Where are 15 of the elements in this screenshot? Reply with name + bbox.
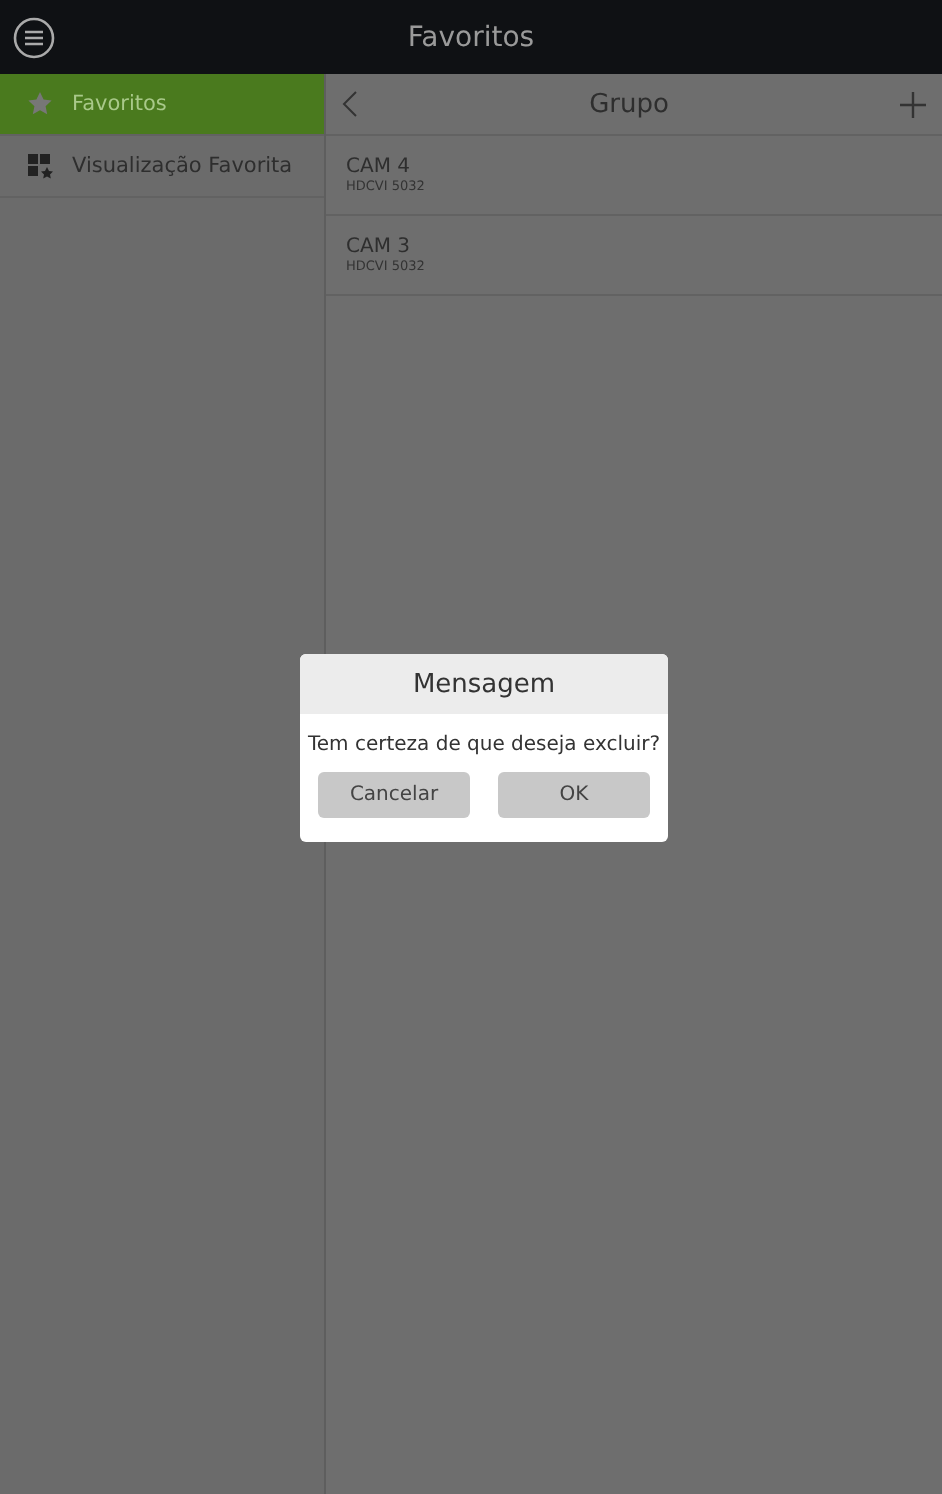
panel-title: Grupo — [589, 89, 669, 119]
dialog-message: Tem certeza de que deseja excluir? — [305, 732, 663, 760]
dialog-button[interactable]: Cancelar — [318, 772, 470, 818]
camera-name: CAM 4 — [346, 156, 412, 178]
header-title: Favoritos — [407, 21, 535, 53]
dialog-button[interactable]: OK — [498, 772, 650, 818]
camera-name: CAM 3 — [346, 236, 412, 258]
sidebar-item[interactable]: Visualização Favorita — [0, 136, 324, 198]
star-icon — [28, 92, 56, 116]
menu-icon[interactable] — [12, 15, 56, 59]
back-icon[interactable] — [342, 90, 358, 118]
dialog-title: Mensagem — [300, 654, 668, 714]
add-icon[interactable] — [900, 91, 926, 117]
grid-star-icon — [28, 153, 56, 179]
sidebar-item[interactable]: Favoritos — [0, 74, 324, 136]
